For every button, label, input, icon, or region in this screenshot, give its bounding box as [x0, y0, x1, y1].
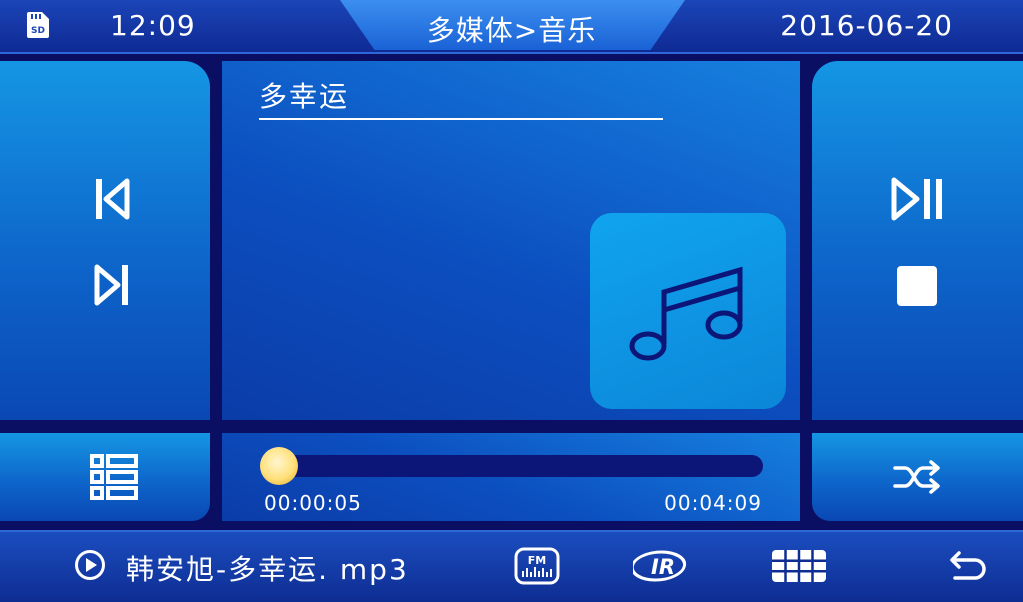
- fm-radio-icon: FM: [514, 547, 560, 585]
- album-art: [590, 213, 786, 409]
- current-time: 00:00:05: [264, 491, 362, 515]
- playlist-button[interactable]: [82, 449, 146, 505]
- keypad-icon: [772, 550, 826, 582]
- stop-icon: [897, 266, 937, 306]
- shuffle-icon: [893, 460, 940, 494]
- playlist-icon: [90, 454, 138, 500]
- bottom-bar: 韩安旭-多幸运. mp3 FM IR: [0, 530, 1023, 602]
- play-pause-icon: [891, 177, 942, 221]
- left-control-panel: [0, 61, 210, 420]
- shuffle-panel: [812, 433, 1023, 521]
- top-status-bar: SD 12:09 多媒体>音乐 2016-06-20: [0, 0, 1023, 54]
- next-button[interactable]: [84, 261, 140, 309]
- stop-button[interactable]: [892, 261, 942, 311]
- previous-button[interactable]: [84, 175, 140, 223]
- title-underline: [259, 118, 663, 120]
- progress-panel: 00:00:05 00:04:09: [222, 433, 800, 521]
- ir-icon: IR: [633, 550, 687, 582]
- keypad-button[interactable]: [766, 544, 832, 588]
- skip-previous-icon: [96, 178, 130, 220]
- now-playing-filename: 韩安旭-多幸运. mp3: [126, 553, 409, 586]
- right-control-panel: [812, 61, 1023, 420]
- progress-bar[interactable]: [259, 447, 763, 485]
- song-info-panel: 多幸运: [222, 61, 800, 420]
- date: 2016-06-20: [780, 9, 953, 42]
- ir-button[interactable]: IR: [630, 542, 694, 590]
- skip-next-icon: [94, 264, 128, 306]
- fm-radio-button[interactable]: FM: [510, 542, 564, 590]
- fm-label: FM: [528, 554, 546, 567]
- shuffle-button[interactable]: [888, 451, 948, 503]
- back-button[interactable]: [938, 544, 994, 588]
- progress-knob[interactable]: [259, 447, 298, 485]
- total-time: 00:04:09: [664, 491, 762, 515]
- song-title: 多幸运: [259, 80, 350, 113]
- music-note-icon: [629, 266, 743, 361]
- ir-label: IR: [651, 555, 675, 579]
- play-circle-icon: [75, 550, 105, 580]
- play-pause-button[interactable]: [884, 175, 950, 223]
- playlist-panel: [0, 433, 210, 521]
- back-icon: [950, 551, 986, 580]
